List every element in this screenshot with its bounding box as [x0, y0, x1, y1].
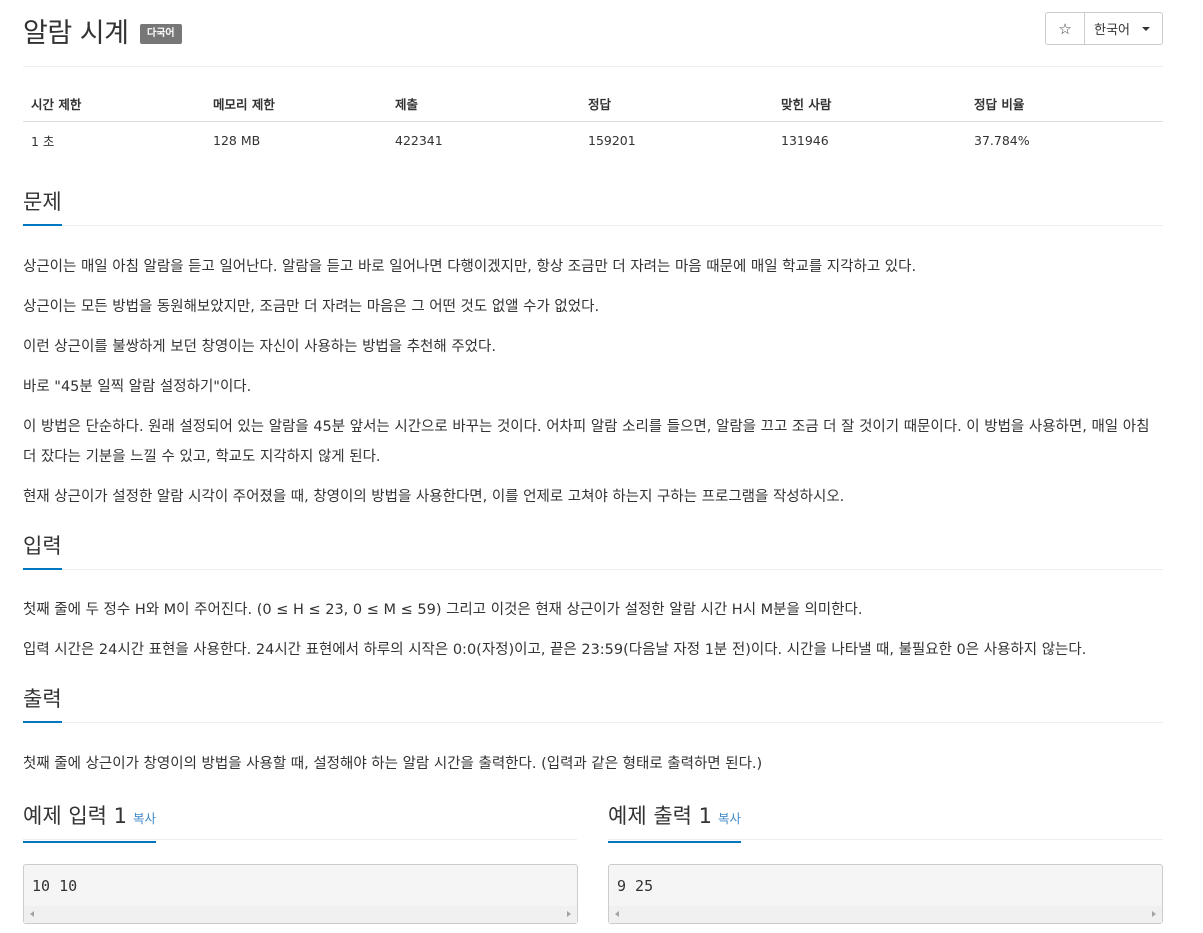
problem-description-section: 문제 상근이는 매일 아침 알람을 듣고 일어난다. 알람을 듣고 바로 일어나…: [23, 185, 1163, 512]
info-header-accepted: 정답: [580, 86, 773, 122]
section-header: 예제 출력 1 복사: [608, 799, 1163, 843]
section-header: 입력: [23, 529, 1163, 570]
language-dropdown[interactable]: 한국어: [1085, 12, 1163, 45]
scroll-right-icon[interactable]: [567, 911, 571, 917]
output-section: 출력 첫째 줄에 상근이가 창영이의 방법을 사용할 때, 설정해야 하는 알람…: [23, 682, 1163, 779]
scroll-right-icon[interactable]: [1152, 911, 1156, 917]
description-paragraph: 상근이는 모든 방법을 동원해보았지만, 조금만 더 자려는 마음은 그 어떤 …: [23, 299, 600, 315]
header-actions: ☆ 한국어: [1045, 12, 1163, 45]
sample-output-heading: 예제 출력 1: [608, 804, 712, 828]
sample-input-code: 10 10: [32, 877, 78, 895]
horizontal-scrollbar[interactable]: [609, 906, 1162, 923]
language-badge: 다국어: [140, 24, 182, 44]
description-paragraph: 상근이는 매일 아침 알람을 듣고 일어난다. 알람을 듣고 바로 일어나면 다…: [23, 259, 917, 275]
problem-info-table: 시간 제한 메모리 제한 제출 정답 맞힌 사람 정답 비율 1 초 128 M…: [23, 86, 1163, 159]
sample-input-box[interactable]: 10 10: [23, 864, 578, 924]
info-header-ratio: 정답 비율: [966, 86, 1163, 122]
output-paragraph: 첫째 줄에 상근이가 창영이의 방법을 사용할 때, 설정해야 하는 알람 시간…: [23, 756, 763, 772]
description-paragraph: 바로 "45분 일찍 알람 설정하기"이다.: [23, 379, 252, 395]
section-header: 출력: [23, 682, 1163, 723]
description-paragraph: 이런 상근이를 불쌍하게 보던 창영이는 자신이 사용하는 방법을 추천해 주었…: [23, 339, 496, 355]
input-paragraph: 입력 시간은 24시간 표현을 사용한다. 24시간 표현에서 하루의 시작은 …: [23, 642, 1087, 658]
info-solvers: 131946: [781, 133, 829, 148]
info-time-limit: 1 초: [31, 134, 55, 149]
input-paragraph: 첫째 줄에 두 정수 H와 M이 주어진다. (0 ≤ H ≤ 23, 0 ≤ …: [23, 602, 863, 618]
input-body: 첫째 줄에 두 정수 H와 M이 주어진다. (0 ≤ H ≤ 23, 0 ≤ …: [23, 570, 1163, 665]
horizontal-scrollbar[interactable]: [24, 906, 577, 923]
sample-output-box[interactable]: 9 25: [608, 864, 1163, 924]
section-title-sample-output: 예제 출력 1 복사: [608, 802, 742, 843]
info-submissions: 422341: [395, 133, 443, 148]
info-header-solvers: 맞힌 사람: [773, 86, 966, 122]
section-title-sample-input: 예제 입력 1 복사: [23, 802, 157, 843]
sample-input-section: 예제 입력 1 복사 10 10: [23, 799, 578, 924]
page-header: 알람 시계 다국어 ☆ 한국어: [23, 0, 1163, 67]
output-body: 첫째 줄에 상근이가 창영이의 방법을 사용할 때, 설정해야 하는 알람 시간…: [23, 723, 1163, 779]
copy-sample-output-link[interactable]: 복사: [718, 811, 741, 826]
caret-down-icon: [1142, 26, 1150, 31]
page-title: 알람 시계: [23, 18, 129, 49]
info-header-time-limit: 시간 제한: [23, 86, 205, 122]
scroll-left-icon[interactable]: [615, 911, 619, 917]
problem-page: 알람 시계 다국어 ☆ 한국어 시간 제한 메모리 제한 제출 정답 맞힌 사람…: [23, 0, 1163, 924]
info-header-row: 시간 제한 메모리 제한 제출 정답 맞힌 사람 정답 비율: [23, 86, 1163, 122]
section-header: 예제 입력 1 복사: [23, 799, 577, 843]
sample-input-heading: 예제 입력 1: [23, 804, 127, 828]
description-paragraph: 이 방법은 단순하다. 원래 설정되어 있는 알람을 45분 앞서는 시간으로 …: [23, 419, 1150, 465]
section-title-input: 입력: [23, 532, 62, 570]
problem-description-body: 상근이는 매일 아침 알람을 듣고 일어난다. 알람을 듣고 바로 일어나면 다…: [23, 226, 1163, 512]
section-title-description: 문제: [23, 188, 62, 226]
section-title-output: 출력: [23, 685, 62, 723]
star-icon: ☆: [1058, 19, 1072, 38]
info-ratio: 37.784%: [974, 133, 1030, 148]
scroll-left-icon[interactable]: [30, 911, 34, 917]
description-paragraph: 현재 상근이가 설정한 알람 시각이 주어졌을 때, 창영이의 방법을 사용한다…: [23, 489, 845, 505]
language-dropdown-label: 한국어: [1094, 23, 1130, 38]
sample-output-code: 9 25: [617, 877, 654, 895]
info-value-row: 1 초 128 MB 422341 159201 131946 37.784%: [23, 122, 1163, 160]
favorite-button[interactable]: ☆: [1045, 12, 1086, 45]
input-section: 입력 첫째 줄에 두 정수 H와 M이 주어진다. (0 ≤ H ≤ 23, 0…: [23, 529, 1163, 665]
info-header-submissions: 제출: [387, 86, 580, 122]
info-memory-limit: 128 MB: [213, 133, 261, 148]
copy-sample-input-link[interactable]: 복사: [133, 811, 156, 826]
info-header-memory-limit: 메모리 제한: [205, 86, 387, 122]
info-accepted: 159201: [588, 133, 636, 148]
section-header: 문제: [23, 185, 1163, 226]
sample-output-section: 예제 출력 1 복사 9 25: [608, 799, 1163, 924]
